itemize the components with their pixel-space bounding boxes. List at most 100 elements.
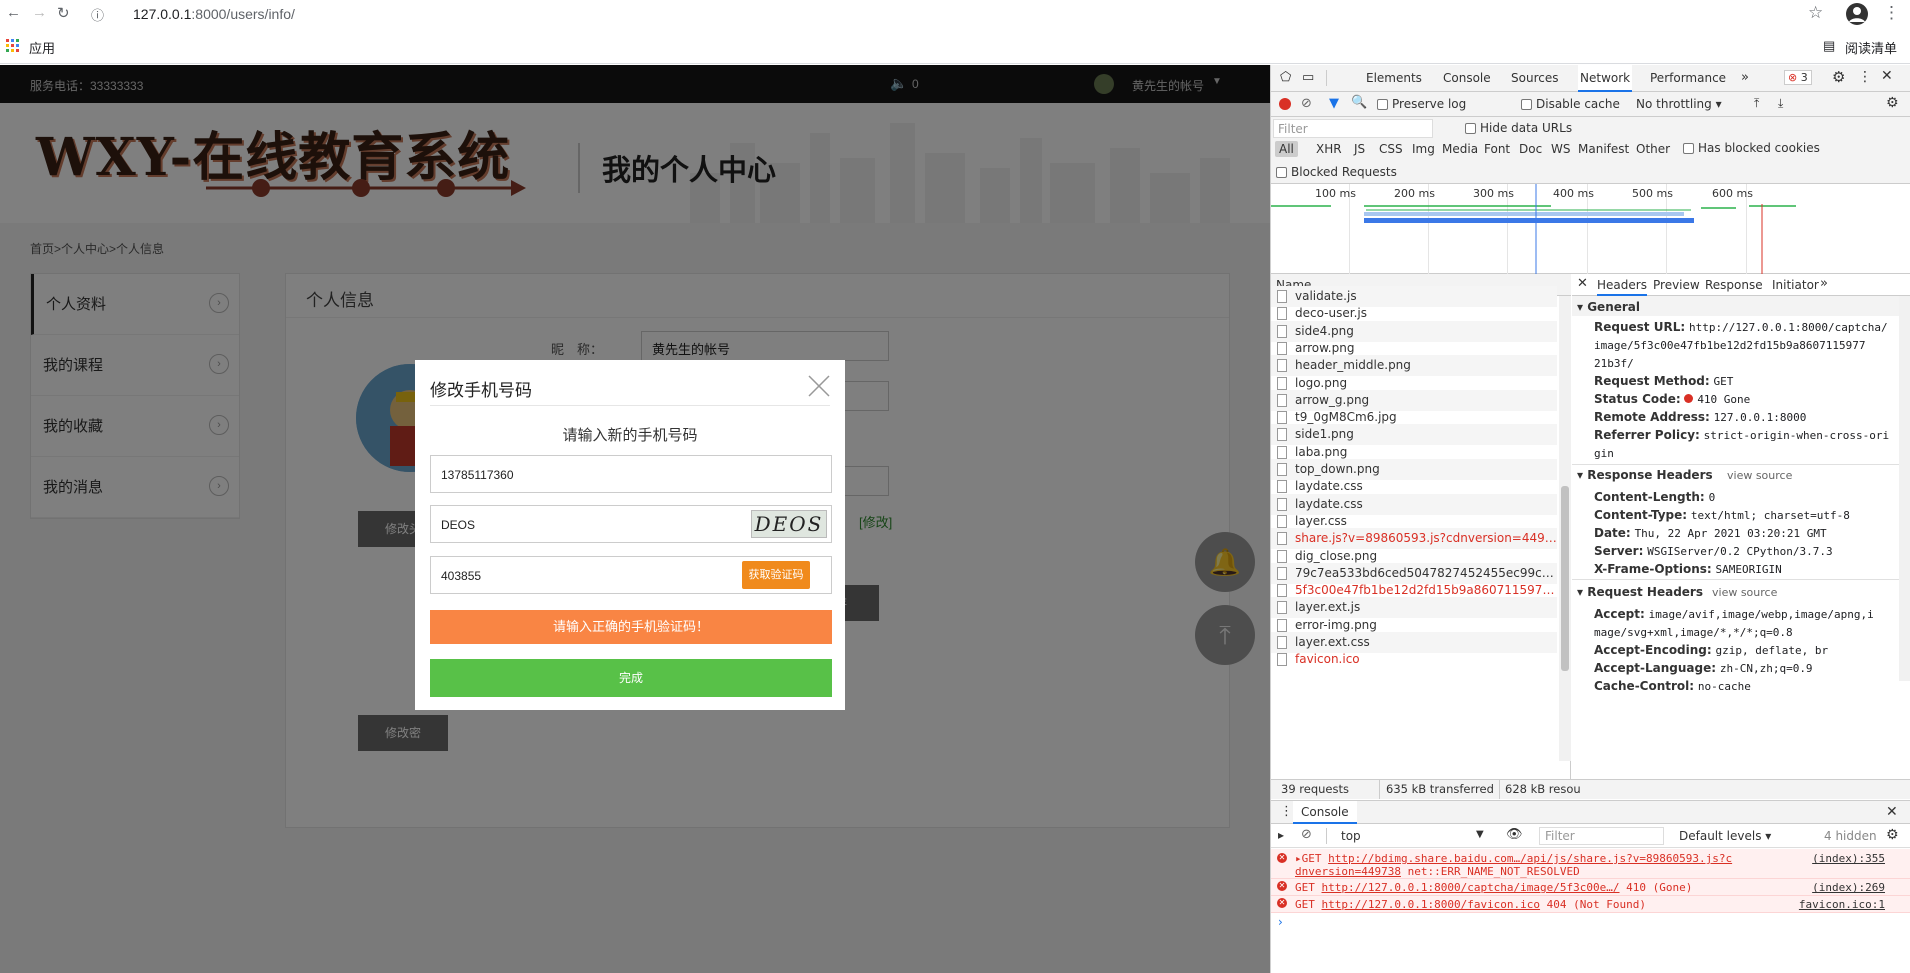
captcha-field[interactable]: DEOS DEOS bbox=[430, 505, 832, 543]
console-source-link[interactable]: favicon.ico:1 bbox=[1799, 898, 1885, 911]
done-button[interactable]: 完成 bbox=[430, 659, 832, 697]
network-timeline[interactable]: 100 ms 200 ms 300 ms 400 ms 500 ms 600 m… bbox=[1271, 184, 1910, 274]
get-code-button[interactable]: 获取验证码 bbox=[742, 561, 810, 589]
info-icon[interactable]: ⓘ bbox=[91, 5, 104, 24]
tab-response[interactable]: Response bbox=[1705, 274, 1763, 296]
reading-list-icon[interactable]: ▤ bbox=[1823, 38, 1835, 54]
response-headers-section[interactable]: ▾ Response Headers bbox=[1577, 468, 1713, 482]
tab-sources[interactable]: Sources bbox=[1511, 65, 1558, 92]
device-toggle-icon[interactable]: ▭ bbox=[1302, 70, 1314, 85]
console-url[interactable]: http://127.0.0.1:8000/favicon.ico bbox=[1322, 898, 1541, 911]
forward-icon[interactable]: → bbox=[32, 4, 47, 21]
console-url[interactable]: http://127.0.0.1:8000/captcha/image/5f3c… bbox=[1322, 881, 1620, 894]
type-xhr[interactable]: XHR bbox=[1316, 142, 1342, 156]
sms-code-input[interactable]: 403855 bbox=[441, 569, 481, 583]
sidebar-toggle-icon[interactable]: ▸ bbox=[1278, 828, 1284, 842]
record-icon[interactable] bbox=[1279, 98, 1291, 110]
type-doc[interactable]: Doc bbox=[1519, 142, 1542, 156]
clear-console-icon[interactable]: ⊘ bbox=[1301, 827, 1312, 842]
blocked-requests-checkbox[interactable]: Blocked Requests bbox=[1276, 165, 1397, 179]
type-img[interactable]: Img bbox=[1412, 142, 1435, 156]
menu-kebab-icon[interactable]: ⋮ bbox=[1883, 3, 1900, 23]
request-row[interactable]: favicon.ico bbox=[1271, 649, 1557, 670]
context-select[interactable]: top bbox=[1341, 829, 1361, 843]
export-har-icon[interactable]: ⤓ bbox=[1778, 96, 1783, 111]
live-expression-eye-icon[interactable]: 👁 bbox=[1506, 827, 1523, 842]
more-detail-tabs-icon[interactable]: » bbox=[1820, 276, 1828, 291]
has-blocked-cookies-checkbox[interactable]: Has blocked cookies bbox=[1683, 141, 1820, 155]
request-count: 39 requests bbox=[1281, 782, 1349, 796]
type-css[interactable]: CSS bbox=[1379, 142, 1403, 156]
console-url[interactable]: http://bdimg.share.baidu.com…/api/js/sha… bbox=[1328, 852, 1732, 865]
reload-icon[interactable]: ↻ bbox=[57, 4, 70, 22]
type-ws[interactable]: WS bbox=[1551, 142, 1570, 156]
throttling-select[interactable]: No throttling ▾ bbox=[1636, 97, 1722, 111]
detail-scrollbar[interactable] bbox=[1899, 296, 1910, 681]
response-view-source-link[interactable]: view source bbox=[1727, 469, 1792, 482]
console-prompt-icon[interactable]: › bbox=[1278, 915, 1283, 929]
settings-gear-icon[interactable]: ⚙ bbox=[1832, 68, 1845, 86]
tab-preview[interactable]: Preview bbox=[1653, 274, 1700, 296]
drawer-menu-icon[interactable]: ⋮ bbox=[1280, 804, 1293, 819]
close-drawer-icon[interactable]: ✕ bbox=[1886, 804, 1898, 820]
context-caret-icon[interactable]: ▼ bbox=[1476, 829, 1484, 840]
type-font[interactable]: Font bbox=[1484, 142, 1510, 156]
tab-console[interactable]: Console bbox=[1443, 65, 1491, 92]
clear-icon[interactable]: ⊘ bbox=[1301, 96, 1312, 111]
phone-input[interactable]: 13785117360 bbox=[430, 455, 832, 493]
inspect-icon[interactable]: ⬠ bbox=[1280, 70, 1291, 85]
back-icon[interactable]: ← bbox=[6, 4, 21, 21]
search-icon[interactable]: 🔍 bbox=[1351, 95, 1367, 110]
network-settings-icon[interactable]: ⚙ bbox=[1886, 95, 1899, 111]
sms-code-field[interactable]: 403855 获取验证码 bbox=[430, 556, 832, 594]
import-har-icon[interactable]: ⤒ bbox=[1754, 96, 1759, 111]
type-manifest[interactable]: Manifest bbox=[1578, 142, 1629, 156]
console-url-cont[interactable]: dnversion=449738 bbox=[1295, 865, 1401, 878]
console-filter-input[interactable]: Filter bbox=[1539, 827, 1664, 845]
tab-initiator[interactable]: Initiator bbox=[1772, 274, 1819, 296]
close-detail-icon[interactable]: ✕ bbox=[1577, 276, 1588, 291]
console-settings-icon[interactable]: ⚙ bbox=[1886, 827, 1899, 843]
tab-network[interactable]: Network bbox=[1578, 65, 1633, 92]
more-tabs-icon[interactable]: » bbox=[1741, 70, 1749, 85]
header-value: text/html; charset=utf-8 bbox=[1690, 509, 1850, 522]
console-error-2[interactable]: ✕ GET http://127.0.0.1:8000/captcha/imag… bbox=[1271, 879, 1910, 896]
request-headers-section[interactable]: ▾ Request Headers bbox=[1577, 585, 1703, 599]
tab-performance[interactable]: Performance bbox=[1650, 65, 1726, 92]
apps-grid-icon[interactable] bbox=[6, 39, 20, 58]
reading-list[interactable]: 阅读清单 bbox=[1845, 38, 1897, 57]
general-section[interactable]: ▾ General bbox=[1577, 300, 1640, 314]
detail-tabbar: ✕ Headers Preview Response Initiator » bbox=[1572, 274, 1910, 296]
error-count-badge[interactable]: ⊗ 3 bbox=[1784, 70, 1812, 85]
bookmark-apps[interactable]: 应用 bbox=[29, 38, 55, 57]
console-source-link[interactable]: (index):355 bbox=[1812, 852, 1885, 865]
console-error-1[interactable]: ✕ ▸GET http://bdimg.share.baidu.com…/api… bbox=[1271, 849, 1910, 879]
tab-headers[interactable]: Headers bbox=[1597, 274, 1647, 296]
scrollbar-thumb[interactable] bbox=[1561, 486, 1569, 671]
type-other[interactable]: Other bbox=[1636, 142, 1670, 156]
captcha-input[interactable]: DEOS bbox=[441, 518, 475, 532]
address-bar[interactable]: 127.0.0.1:8000/users/info/ bbox=[133, 6, 295, 22]
type-all[interactable]: All bbox=[1275, 141, 1298, 157]
filter-icon[interactable]: ▼ bbox=[1329, 96, 1339, 111]
network-filter-input[interactable]: Filter bbox=[1273, 119, 1433, 138]
devtools-menu-icon[interactable]: ⋮ bbox=[1858, 69, 1872, 85]
log-levels-select[interactable]: Default levels ▾ bbox=[1679, 829, 1771, 843]
preserve-log-checkbox[interactable]: Preserve log bbox=[1377, 97, 1466, 111]
disable-cache-checkbox[interactable]: Disable cache bbox=[1521, 97, 1620, 111]
bookmark-star-icon[interactable]: ☆ bbox=[1808, 3, 1823, 23]
request-view-source-link[interactable]: view source bbox=[1712, 586, 1777, 599]
console-drawer-tab[interactable]: Console bbox=[1293, 801, 1357, 824]
request-list-scrollbar[interactable] bbox=[1559, 296, 1571, 761]
tab-elements[interactable]: Elements bbox=[1366, 65, 1422, 92]
profile-avatar-icon[interactable] bbox=[1846, 3, 1868, 25]
close-devtools-icon[interactable]: ✕ bbox=[1881, 68, 1893, 84]
captcha-image[interactable]: DEOS bbox=[751, 510, 827, 538]
type-js[interactable]: JS bbox=[1354, 142, 1365, 156]
type-media[interactable]: Media bbox=[1442, 142, 1478, 156]
close-icon[interactable] bbox=[805, 372, 833, 400]
console-error-3[interactable]: ✕ GET http://127.0.0.1:8000/favicon.ico … bbox=[1271, 896, 1910, 913]
expand-arrow-icon[interactable]: ▸ bbox=[1295, 852, 1302, 865]
console-source-link[interactable]: (index):269 bbox=[1812, 881, 1885, 894]
hide-data-urls-checkbox[interactable]: Hide data URLs bbox=[1465, 121, 1572, 135]
